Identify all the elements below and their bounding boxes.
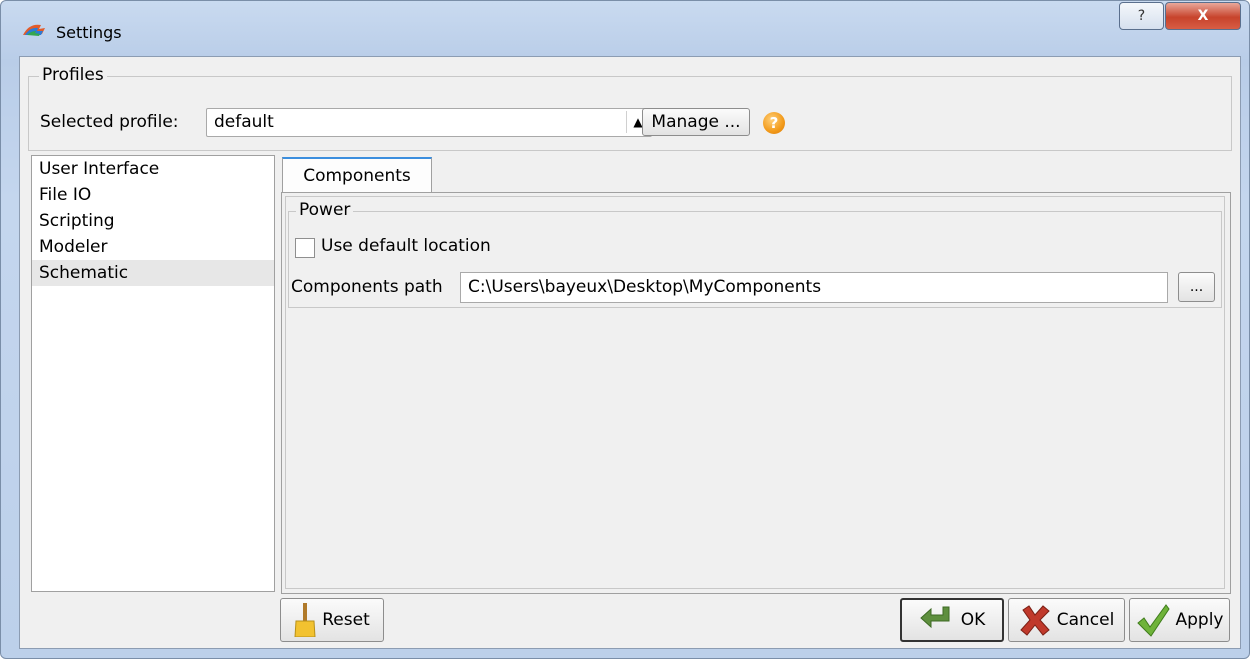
help-icon[interactable]: ? bbox=[763, 112, 785, 134]
components-inner-pane: Power Use default location Components pa… bbox=[285, 196, 1225, 589]
nav-item-scripting[interactable]: Scripting bbox=[32, 208, 274, 234]
close-button[interactable]: X bbox=[1165, 2, 1241, 30]
settings-nav-list: User Interface File IO Scripting Modeler… bbox=[31, 155, 275, 592]
title-help-button[interactable]: ? bbox=[1119, 2, 1164, 30]
reset-label: Reset bbox=[322, 610, 370, 630]
power-group: Power Use default location Components pa… bbox=[288, 200, 1222, 308]
cancel-button[interactable]: Cancel bbox=[1008, 598, 1125, 642]
components-tab-pane: Power Use default location Components pa… bbox=[281, 192, 1231, 594]
selected-profile-label: Selected profile: bbox=[40, 112, 179, 132]
return-arrow-icon bbox=[919, 606, 950, 629]
apply-button[interactable]: Apply bbox=[1129, 598, 1230, 642]
profile-select-value: default bbox=[214, 112, 274, 132]
window-title: Settings bbox=[56, 23, 122, 42]
browse-button[interactable]: ... bbox=[1178, 272, 1215, 302]
apply-label: Apply bbox=[1175, 610, 1224, 630]
broom-icon bbox=[294, 603, 316, 637]
nav-item-file-io[interactable]: File IO bbox=[32, 182, 274, 208]
checkmark-icon bbox=[1136, 604, 1170, 637]
cancel-x-icon bbox=[1019, 605, 1050, 636]
components-path-input[interactable] bbox=[461, 273, 1165, 300]
profile-select[interactable]: default ▲ bbox=[206, 108, 652, 137]
app-icon bbox=[23, 24, 45, 36]
profiles-group-title: Profiles bbox=[39, 65, 107, 85]
power-group-title: Power bbox=[296, 200, 354, 220]
use-default-location-label: Use default location bbox=[321, 236, 491, 256]
settings-window: Settings ? X Profiles Selected profile: … bbox=[0, 0, 1250, 659]
dialog-client: Profiles Selected profile: default ▲ Man… bbox=[19, 56, 1241, 649]
nav-item-modeler[interactable]: Modeler bbox=[32, 234, 274, 260]
reset-button[interactable]: Reset bbox=[280, 598, 384, 642]
manage-button[interactable]: Manage ... bbox=[642, 108, 750, 136]
cancel-label: Cancel bbox=[1056, 610, 1115, 630]
nav-item-schematic[interactable]: Schematic bbox=[32, 260, 274, 286]
title-bar: Settings ? X bbox=[1, 1, 1249, 49]
tab-components[interactable]: Components bbox=[282, 157, 432, 193]
ok-button[interactable]: OK bbox=[900, 598, 1004, 642]
components-path-field[interactable] bbox=[460, 272, 1168, 303]
components-path-label: Components path bbox=[291, 277, 443, 297]
nav-item-user-interface[interactable]: User Interface bbox=[32, 156, 274, 182]
ok-label: OK bbox=[960, 610, 986, 630]
use-default-location-checkbox[interactable] bbox=[295, 238, 315, 258]
